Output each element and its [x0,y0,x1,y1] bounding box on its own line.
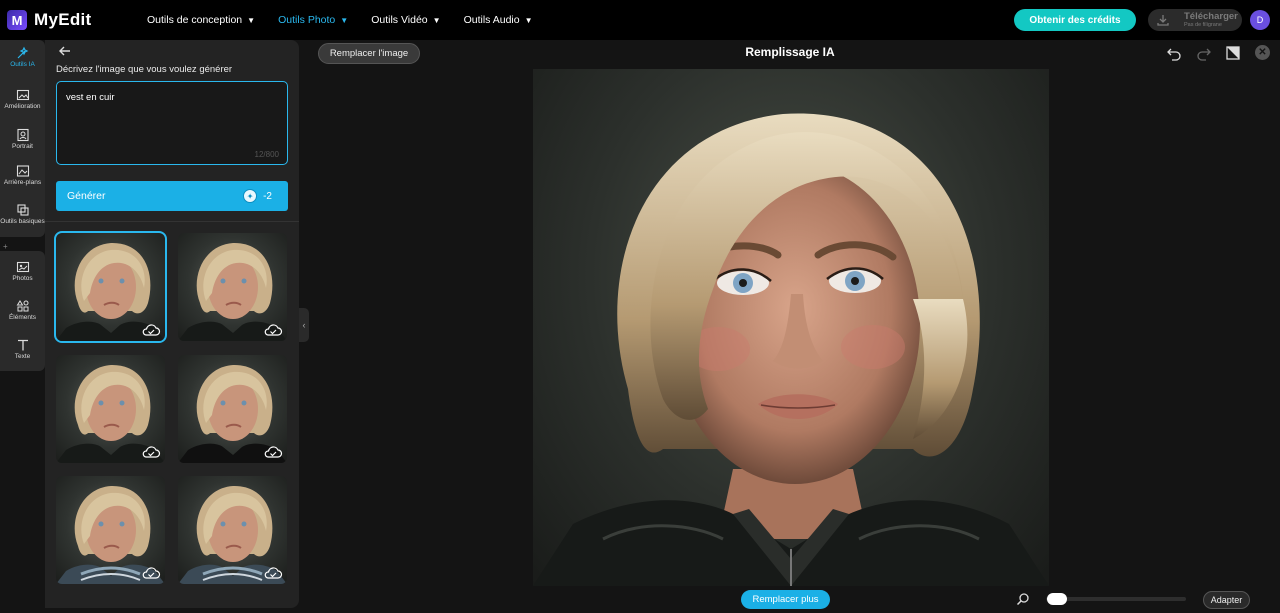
compare-icon[interactable] [1225,45,1241,61]
rail-elements-label: Éléments [8,314,37,321]
app-logo[interactable]: M MyEdit [7,10,127,30]
rail-basic-tools-label: Outils basiques [0,218,45,225]
redo-icon[interactable] [1196,45,1212,61]
generate-button[interactable]: Générer ✦ -2 [56,181,288,211]
prompt-char-counter: 12/800 [254,150,279,159]
background-icon [16,165,29,177]
canvas-title: Remplissage IA [745,45,835,59]
cloud-save-icon[interactable] [141,566,161,580]
rail-backgrounds-label: Arrière-plans [3,179,42,186]
rail-text-label: Texte [14,353,31,360]
logo-mark: M [7,10,27,30]
result-thumbnail[interactable] [56,476,165,584]
rail-elements[interactable]: Éléments [0,299,45,322]
result-thumbnail[interactable] [54,231,167,343]
rail-photos-label: Photos [12,275,33,282]
plus-icon: + [3,242,8,251]
app-name: MyEdit [34,10,92,29]
enhance-icon [16,89,29,101]
credit-coin-icon: ✦ [243,189,258,203]
result-thumbnail[interactable] [178,355,287,463]
fit-button[interactable]: Adapter [1203,591,1250,609]
rail-enhance[interactable]: Amélioration [0,88,45,111]
cloud-save-icon[interactable] [263,323,283,337]
chevron-down-icon: ▼ [524,15,533,25]
chevron-down-icon: ▼ [340,15,349,25]
download-button[interactable]: Télécharger Pas de filigrane [1148,9,1242,31]
chevron-down-icon: ▼ [247,15,256,25]
chevron-down-icon: ▼ [432,15,441,25]
ai-fill-panel: Décrivez l'image que vous voulez générer… [45,40,299,608]
menu-photo-tools[interactable]: Outils Photo ▼ [278,14,348,26]
rail-portrait-label: Portrait [12,143,33,150]
cloud-save-icon[interactable] [141,323,161,337]
user-avatar[interactable]: D [1250,10,1270,30]
menu-video-tools-label: Outils Vidéo [371,14,428,26]
generate-cost-value: -2 [263,190,272,202]
menu-audio-tools[interactable]: Outils Audio ▼ [464,14,533,26]
menu-design-tools[interactable]: Outils de conception ▼ [147,14,255,26]
chevron-left-icon: ‹ [302,320,306,330]
zoom-icon [1016,593,1029,606]
prompt-textarea[interactable]: vest en cuir 12/800 [56,81,288,165]
result-thumbnail[interactable] [178,476,287,584]
magic-wand-icon [17,46,28,59]
crop-icon [16,204,29,216]
menu-audio-tools-label: Outils Audio [463,14,520,26]
portrait-icon [16,128,29,142]
rail-text[interactable]: Texte [0,338,45,361]
cloud-save-icon[interactable] [263,566,283,580]
prompt-value: vest en cuir [66,92,115,103]
zoom-slider-thumb[interactable] [1047,593,1067,605]
rail-enhance-label: Amélioration [4,103,41,110]
menu-video-tools[interactable]: Outils Vidéo ▼ [371,14,440,26]
get-credits-button[interactable]: Obtenir des crédits [1014,9,1136,31]
generate-label: Générer [67,190,106,202]
menu-design-tools-label: Outils de conception [147,14,243,26]
rail-ai-tools-label: Outils IA [10,61,35,68]
photo-icon [16,261,29,273]
download-icon [1157,15,1169,26]
back-arrow-icon[interactable] [57,44,73,58]
replace-more-button[interactable]: Remplacer plus [741,590,830,609]
cloud-save-icon[interactable] [263,445,283,459]
tool-rail: Outils IA Amélioration Portrait Arrière-… [0,40,45,613]
rail-basic-tools[interactable]: Outils basiques [0,203,45,226]
rail-photos[interactable]: Photos [0,260,45,283]
main-menu: Outils de conception ▼ Outils Photo ▼ Outi… [147,14,556,26]
cloud-save-icon[interactable] [141,445,161,459]
replace-image-button[interactable]: Remplacer l'image [318,43,420,64]
portrait-illustration [533,113,1049,586]
elements-icon [16,300,28,312]
result-thumbnail[interactable] [56,355,165,463]
top-navbar: M MyEdit Outils de conception ▼ Outils Ph… [0,0,1280,40]
generate-cost: ✦ -2 [243,189,272,203]
menu-photo-tools-label: Outils Photo [278,14,336,26]
rail-ai-tools[interactable]: Outils IA [0,46,45,69]
result-thumbnail[interactable] [178,233,287,341]
panel-divider [45,221,299,222]
zoom-slider-track[interactable] [1046,597,1186,601]
text-icon [17,339,28,351]
rail-backgrounds[interactable]: Arrière-plans [0,164,45,187]
main-portrait-image [533,69,1049,586]
close-icon[interactable]: ✕ [1255,45,1270,60]
collapse-panel-button[interactable]: ‹ [299,308,309,342]
prompt-label: Décrivez l'image que vous voulez générer [56,64,233,75]
download-sublabel: Pas de filigrane [1184,21,1222,28]
rail-portrait[interactable]: Portrait [0,128,45,151]
download-label: Télécharger [1184,11,1238,22]
undo-icon[interactable] [1166,45,1182,61]
